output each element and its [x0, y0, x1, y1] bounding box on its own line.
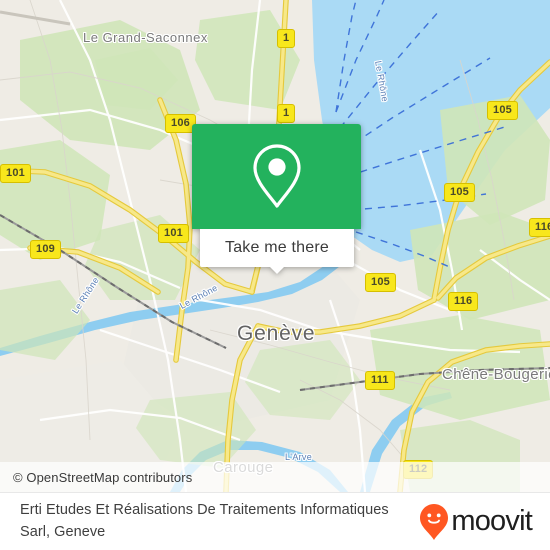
road-shield: 111 — [365, 371, 395, 390]
map-pin-icon — [252, 143, 301, 208]
road-shield: 101 — [0, 164, 31, 183]
road-shield: 116 — [529, 218, 550, 237]
moovit-wordmark: moovit — [451, 505, 532, 537]
take-me-there-label: Take me there — [225, 239, 329, 256]
footer-bar: Erti Etudes Et Réalisations De Traitemen… — [0, 492, 550, 550]
moovit-pin-icon — [420, 503, 449, 540]
place-title: Erti Etudes Et Réalisations De Traitemen… — [20, 502, 389, 540]
road-shield: 1 — [277, 29, 296, 48]
card-pointer — [269, 266, 285, 274]
road-shield: 1 — [277, 104, 296, 123]
road-shield: 109 — [30, 240, 61, 259]
map-attribution-bar: © OpenStreetMap contributors — [0, 462, 550, 492]
road-shield: 116 — [448, 292, 479, 311]
poi-popup-card[interactable]: Take me there — [192, 124, 361, 274]
map-page: Le Grand-Saconnex Genève Chêne-Bougeries… — [0, 0, 550, 550]
take-me-there-button[interactable]: Take me there — [200, 229, 354, 274]
map-canvas[interactable]: Le Grand-Saconnex Genève Chêne-Bougeries… — [0, 0, 550, 492]
openstreetmap-attribution[interactable]: © OpenStreetMap contributors — [0, 470, 192, 485]
poi-card-header — [192, 124, 361, 229]
road-shield: 105 — [444, 183, 475, 202]
moovit-logo[interactable]: moovit — [419, 503, 533, 541]
road-shield: 105 — [365, 273, 396, 292]
road-shield: 105 — [487, 101, 518, 120]
road-shield: 101 — [158, 224, 189, 243]
